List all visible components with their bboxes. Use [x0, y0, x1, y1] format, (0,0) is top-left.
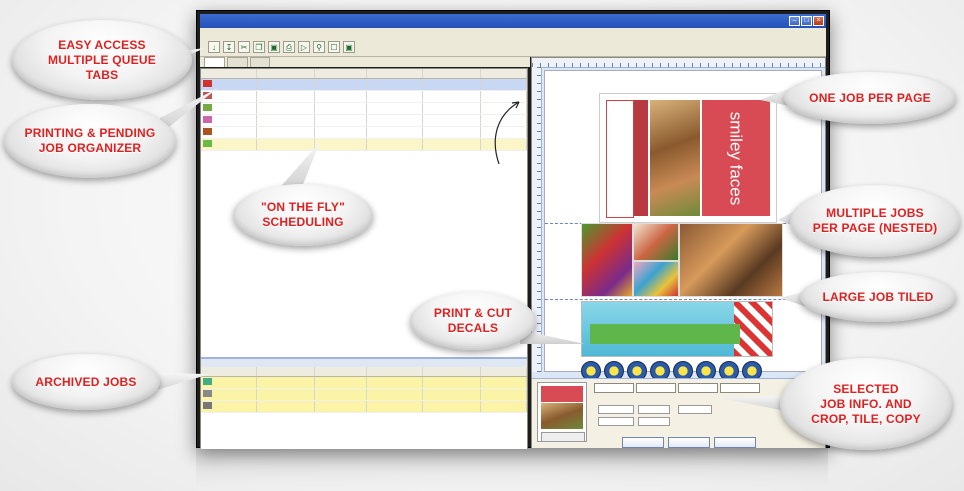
- callout-archived-jobs: ARCHIVED JOBS: [12, 354, 160, 410]
- callout-print-cut-decals: PRINT & CUT DECALS: [410, 292, 536, 350]
- callout-selected-job-info: SELECTED JOB INFO. AND CROP, TILE, COPY: [780, 358, 952, 450]
- callout-easy-access: EASY ACCESS MULTIPLE QUEUE TABS: [12, 20, 192, 100]
- callout-multiple-jobs: MULTIPLE JOBS PER PAGE (NESTED): [790, 185, 960, 257]
- callout-one-job-per-page: ONE JOB PER PAGE: [784, 72, 956, 124]
- callout-printing-pending: PRINTING & PENDING JOB ORGANIZER: [4, 104, 176, 178]
- callout-on-the-fly: "ON THE FLY" SCHEDULING: [233, 184, 373, 246]
- callout-large-job-tiled: LARGE JOB TILED: [800, 272, 956, 322]
